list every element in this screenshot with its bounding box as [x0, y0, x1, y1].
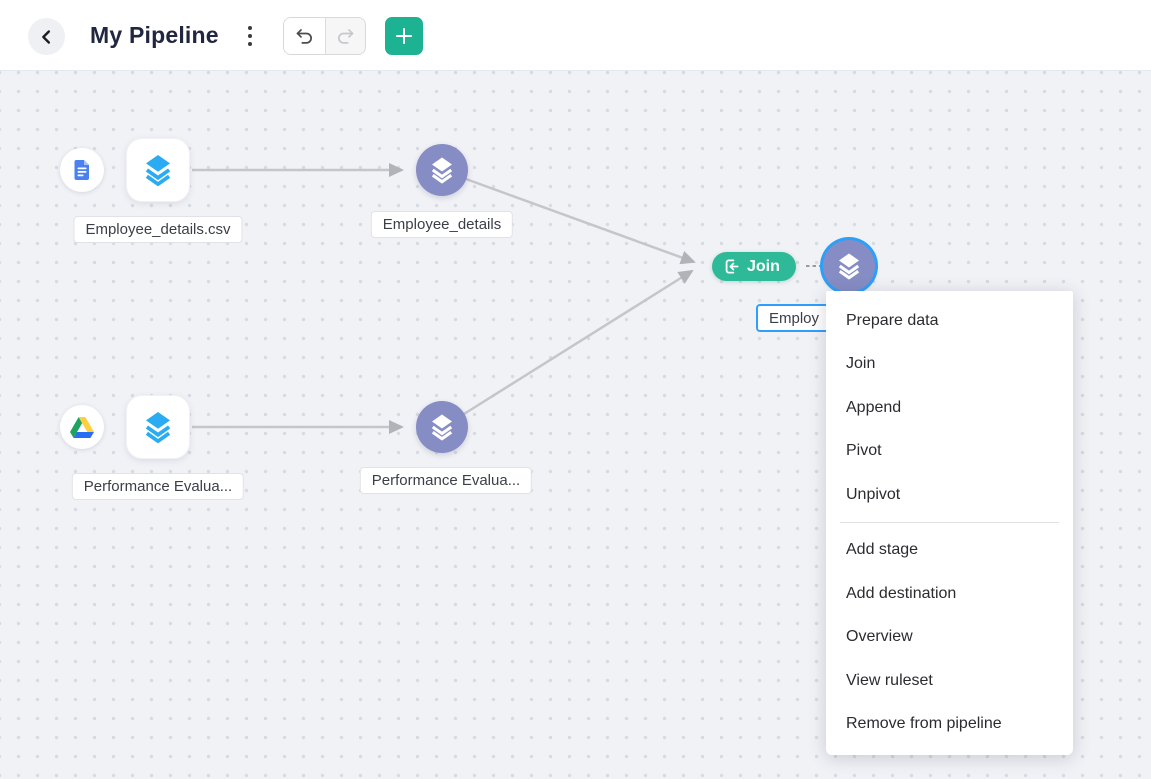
- node-label[interactable]: Employee_details.csv: [73, 216, 243, 243]
- stage-node-employee-details[interactable]: [416, 144, 468, 196]
- node-context-menu: Prepare data Join Append Pivot Unpivot A…: [826, 291, 1073, 755]
- menu-item-join[interactable]: Join: [826, 343, 1073, 387]
- join-icon: [723, 258, 740, 275]
- undo-icon: [294, 26, 315, 47]
- node-label[interactable]: Employee_details: [370, 211, 514, 238]
- stage-stack-icon: [427, 412, 457, 442]
- menu-item-add-destination[interactable]: Add destination: [826, 572, 1073, 616]
- add-button[interactable]: [385, 17, 423, 55]
- stage-node-performance-evaluation[interactable]: [416, 401, 468, 453]
- menu-item-prepare-data[interactable]: Prepare data: [826, 299, 1073, 343]
- dataset-stack-icon: [140, 409, 176, 445]
- join-node[interactable]: Join: [712, 252, 796, 281]
- document-icon: [70, 158, 94, 182]
- menu-item-overview[interactable]: Overview: [826, 616, 1073, 660]
- menu-item-add-stage[interactable]: Add stage: [826, 529, 1073, 573]
- plus-icon: [394, 26, 414, 46]
- back-button[interactable]: [28, 18, 65, 55]
- menu-item-unpivot[interactable]: Unpivot: [826, 473, 1073, 517]
- dataset-node-performance-evaluation[interactable]: [126, 395, 190, 459]
- source-type-badge: [60, 405, 104, 449]
- toolbar: My Pipeline: [0, 0, 1151, 71]
- pipeline-canvas[interactable]: Employee_details.csv Employee_details Pe…: [0, 71, 1151, 779]
- join-node-label: Join: [747, 257, 780, 275]
- node-label[interactable]: Performance Evalua...: [359, 467, 533, 494]
- node-label[interactable]: Performance Evalua...: [71, 473, 245, 500]
- menu-divider: [840, 521, 1059, 523]
- stage-node-selected[interactable]: [823, 240, 875, 292]
- undo-redo-group: [283, 17, 366, 55]
- menu-item-pivot[interactable]: Pivot: [826, 430, 1073, 474]
- stage-stack-icon: [427, 155, 457, 185]
- chevron-left-icon: [36, 26, 58, 48]
- google-drive-icon: [70, 416, 94, 438]
- redo-button[interactable]: [324, 18, 365, 54]
- source-type-badge: [60, 148, 104, 192]
- menu-item-remove-from-pipeline[interactable]: Remove from pipeline: [826, 703, 1073, 747]
- kebab-menu-icon: [240, 23, 260, 49]
- dataset-stack-icon: [140, 152, 176, 188]
- page-title: My Pipeline: [90, 22, 219, 48]
- menu-item-append[interactable]: Append: [826, 386, 1073, 430]
- menu-item-view-ruleset[interactable]: View ruleset: [826, 659, 1073, 703]
- redo-icon: [335, 26, 356, 47]
- more-options-button[interactable]: [238, 17, 262, 55]
- stage-stack-icon: [834, 251, 864, 281]
- dataset-node-employee-details-csv[interactable]: [126, 138, 190, 202]
- undo-button[interactable]: [284, 18, 325, 54]
